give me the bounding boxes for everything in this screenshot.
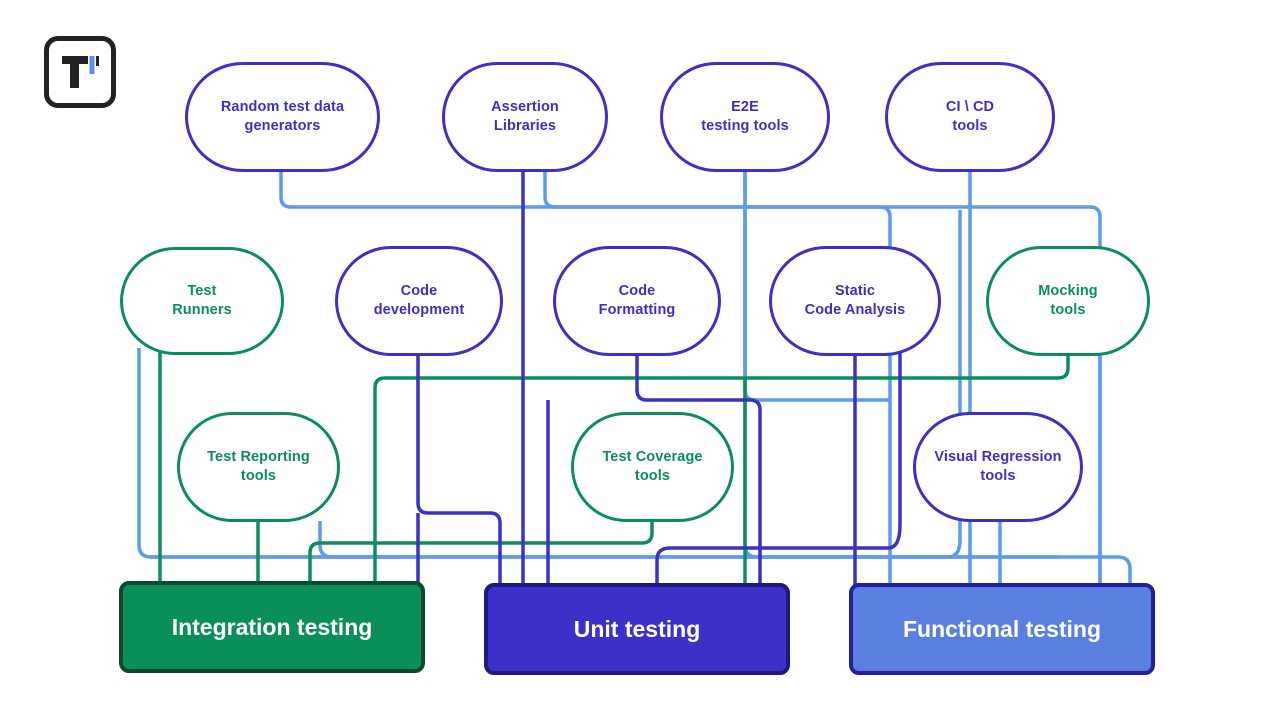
node-test-reporting-tools[interactable]: Test Reporting tools [177, 412, 340, 522]
node-test-coverage-tools[interactable]: Test Coverage tools [571, 412, 734, 522]
node-random-test-data-generators[interactable]: Random test data generators [185, 62, 380, 172]
node-label: CI \ CD tools [945, 99, 995, 134]
node-label: Code Formatting [598, 283, 676, 318]
node-label: Static Code Analysis [804, 283, 906, 318]
wire-reporting-lightblue-stub [318, 521, 400, 559]
node-test-runners[interactable]: Test Runners [120, 247, 284, 355]
node-label: Test Reporting tools [207, 449, 310, 484]
diagram-canvas: Random test data generators Assertion Li… [0, 0, 1282, 727]
node-static-code-analysis[interactable]: Static Code Analysis [769, 246, 941, 356]
target-functional-testing[interactable]: Functional testing [849, 583, 1155, 675]
node-assertion-libraries[interactable]: Assertion Libraries [442, 62, 608, 172]
target-label: Functional testing [902, 615, 1102, 642]
node-label: Mocking tools [1038, 283, 1098, 318]
node-label: E2E testing tools [701, 99, 789, 134]
node-label: Visual Regression tools [934, 449, 1062, 484]
node-code-development[interactable]: Code development [335, 246, 503, 356]
node-code-formatting[interactable]: Code Formatting [553, 246, 721, 356]
node-ci-cd-tools[interactable]: CI \ CD tools [885, 62, 1055, 172]
node-visual-regression-tools[interactable]: Visual Regression tools [913, 412, 1083, 522]
node-label: Test Runners [172, 283, 232, 318]
node-label: Random test data generators [220, 99, 345, 134]
node-label: Test Coverage tools [602, 449, 703, 484]
node-e2e-testing-tools[interactable]: E2E testing tools [660, 62, 830, 172]
target-integration-testing[interactable]: Integration testing [119, 581, 425, 673]
wire-codedev-to-unit [416, 348, 502, 590]
target-unit-testing[interactable]: Unit testing [484, 583, 790, 675]
target-label: Integration testing [171, 613, 373, 640]
target-label: Unit testing [573, 615, 701, 642]
node-mocking-tools[interactable]: Mocking tools [986, 246, 1150, 356]
node-label: Code development [373, 283, 465, 318]
node-label: Assertion Libraries [491, 99, 559, 134]
